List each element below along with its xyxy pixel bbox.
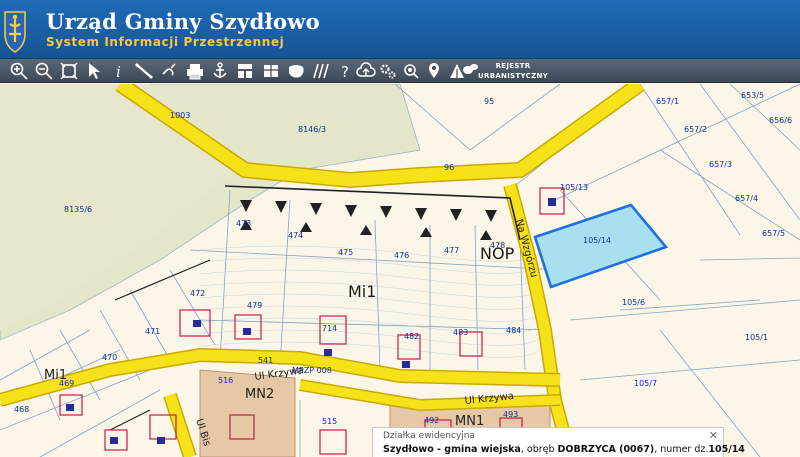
info-panel-title: Działka ewidencyjna [383,431,476,441]
area-shape-icon[interactable] [286,61,306,81]
info-sep-number: , numer dz. [654,444,709,455]
map-view[interactable]: 95 1003 8146/3 96 8135/6 105/13 105/14 1… [0,84,800,457]
measure-ruler-icon[interactable] [134,61,154,81]
parcel-label: 472 [190,289,205,298]
anchor-icon[interactable] [210,61,230,81]
parcel-label: 105/14 [583,236,611,245]
svg-text:i: i [116,63,121,81]
zone-label: Mi1 [44,368,67,383]
parcel-label: 471 [145,327,160,336]
parcel-label: 515 [322,417,337,426]
parcel-label: 656/6 [769,116,792,125]
layers-panel-icon[interactable] [261,61,281,81]
parcel-label: 476 [394,251,409,260]
parcel-label: 473 [236,219,251,228]
parcel-label: 516 [218,376,233,385]
header: Urząd Gminy Szydłowo System Informacji P… [0,0,800,59]
parcel-label: 475 [338,248,353,257]
parcel-label: 484 [506,326,521,335]
parcel-label: 8146/3 [298,125,326,134]
zoom-out-icon[interactable] [34,61,54,81]
parcel-info-panel: Działka ewidencyjna Szydłowo - gmina wie… [372,427,745,457]
zone-mn2-area [199,369,296,457]
chat-bubbles-icon[interactable] [460,61,480,81]
parcel-label: 657/3 [709,160,732,169]
svg-text:?: ? [341,63,349,81]
parcel-label: 492 [424,416,439,425]
link-chain-icon[interactable] [159,61,179,81]
cloud-upload-icon[interactable] [356,61,376,81]
parcel-label: 474 [288,231,303,240]
info-icon[interactable]: i [109,61,129,81]
parcel-label: 657/5 [762,229,785,238]
zoom-extent-icon[interactable] [59,61,79,81]
app: Urząd Gminy Szydłowo System Informacji P… [0,0,800,457]
parcel-label: 541 [258,356,273,365]
zone-label: NOP [480,244,515,263]
parcel-label: 657/2 [684,125,707,134]
parcel-label: 477 [444,246,459,255]
info-parcel-number: 105/14 [708,444,745,455]
parcel-label: 657/4 [735,194,758,203]
parcel-label: 483 [453,328,468,337]
zoom-in-icon[interactable] [9,61,29,81]
print-icon[interactable] [185,61,205,81]
search-zoom-icon[interactable] [401,61,421,81]
zone-label: Mi1 [348,282,376,301]
select-arrow-icon[interactable] [84,61,104,81]
help-icon[interactable]: ? [336,61,356,81]
parcel-label: 482 [404,332,419,341]
toolbar: REJESTR URBANISTYCZNY i? [0,59,800,83]
map-canvas[interactable]: 95 1003 8146/3 96 8135/6 105/13 105/14 1… [0,84,800,457]
coat-of-arms-icon [4,11,26,53]
parcel-label: 105/6 [622,298,645,307]
urban-registry-button[interactable]: REJESTR URBANISTYCZNY [478,61,548,81]
parcel-label: 1003 [170,111,190,120]
parcel-label: 96 [444,163,454,172]
info-place: Szydłowo - gmina wiejska [383,444,521,455]
app-subtitle: System Informacji Przestrzennej [46,35,285,49]
info-panel-text: Szydłowo - gmina wiejska, obręb DOBRZYCA… [383,444,745,455]
parcel-label: 493 [503,410,518,419]
parcel-label: 468 [14,405,29,414]
app-title: Urząd Gminy Szydłowo [46,9,320,34]
urban-registry-label-2: URBANISTYCZNY [478,72,548,80]
parcel-label: 653/5 [741,91,764,100]
settings-gears-icon[interactable] [378,61,398,81]
parcel-label: 95 [484,97,494,106]
hatch-icon[interactable] [311,61,331,81]
layout-icon[interactable] [235,61,255,81]
info-precinct: DOBRZYCA (0067) [557,444,655,455]
parcel-label: 714 [322,324,337,333]
urban-registry-label-1: REJESTR [495,62,531,70]
parcel-label: 479 [247,301,262,310]
parcel-label: 105/7 [634,379,657,388]
close-icon[interactable]: ✕ [709,429,718,442]
parcel-label: 657/1 [656,97,679,106]
parcel-label: 105/13 [560,183,588,192]
info-sep-precinct: , obręb [520,444,558,455]
zone-label: MN2 [245,387,274,402]
parcel-label: 8135/6 [64,205,92,214]
parcel-label: 470 [102,353,117,362]
location-pin-icon[interactable] [424,61,444,81]
parcel-label: 105/1 [745,333,768,342]
